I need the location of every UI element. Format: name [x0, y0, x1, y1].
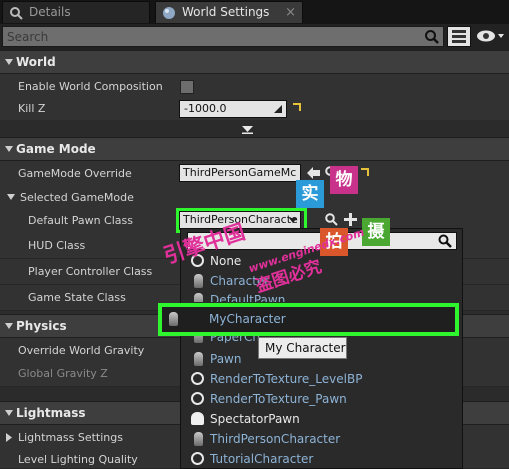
class-item-label: ThirdPersonCharacter	[210, 432, 341, 446]
circle-icon	[191, 392, 204, 405]
expand-advanced-icon	[242, 126, 253, 134]
tab-world-settings[interactable]: World Settings ×	[155, 1, 303, 23]
property-label: Level Lighting Quality	[18, 453, 138, 466]
circle-icon	[191, 372, 204, 385]
collapse-arrow-icon	[5, 410, 13, 416]
search-bar	[0, 24, 509, 50]
tab-details-label: Details	[29, 5, 71, 19]
property-matrix-button[interactable]	[447, 26, 471, 47]
class-item-mycharacter[interactable]: MyCharacter	[158, 303, 459, 336]
watermark-box: 物	[330, 166, 358, 194]
property-label: HUD Class	[28, 239, 86, 252]
pawn-icon	[194, 293, 203, 302]
expand-arrow-icon[interactable]	[6, 433, 12, 442]
world-composition-checkbox[interactable]	[180, 80, 194, 94]
circle-icon	[191, 452, 204, 465]
grid-icon	[452, 30, 466, 43]
class-item-label: DefaultPawn	[210, 293, 286, 302]
expand-arrow-icon[interactable]	[7, 194, 15, 201]
class-item-label: SpectatorPawn	[210, 412, 300, 426]
ghost-icon	[191, 412, 204, 425]
property-label: Global Gravity Z	[18, 367, 108, 380]
class-item-label: Pawn	[210, 352, 242, 366]
use-selected-arrow-icon[interactable]	[307, 167, 320, 179]
section-title: Game Mode	[16, 142, 96, 156]
collapse-arrow-icon	[5, 59, 13, 65]
tab-world-settings-label: World Settings	[182, 5, 270, 19]
class-item-label: RenderToTexture_Pawn	[210, 392, 347, 406]
property-label: Lightmass Settings	[18, 431, 123, 444]
class-item-rendertotexture-levelbp[interactable]: RenderToTexture_LevelBP	[187, 369, 461, 389]
add-icon[interactable]	[344, 213, 357, 226]
class-item-label: RenderToTexture_LevelBP	[210, 372, 363, 386]
tooltip: My Character	[258, 337, 347, 359]
collapse-arrow-icon	[5, 323, 13, 329]
pawn-icon	[194, 432, 203, 446]
class-item-label: MyCharacter	[209, 312, 286, 326]
kill-z-value: -1000.0	[184, 102, 227, 115]
tab-details[interactable]: Details	[2, 1, 150, 23]
section-game-mode[interactable]: Game Mode	[0, 137, 509, 161]
pawn-icon	[194, 274, 203, 288]
gamemode-override-value: ThirdPersonGameMc	[183, 166, 297, 179]
search-icon	[438, 234, 452, 248]
watermark-box: 实	[296, 180, 324, 208]
property-label: Kill Z	[18, 102, 46, 115]
globe-icon	[163, 7, 175, 19]
class-item-rendertotexture-pawn[interactable]: RenderToTexture_Pawn	[187, 389, 461, 409]
property-label: Override World Gravity	[18, 344, 145, 357]
magnifier-icon	[10, 7, 23, 20]
kill-z-field[interactable]: -1000.0	[179, 100, 287, 118]
reset-to-default-icon[interactable]	[361, 168, 369, 176]
section-title: Physics	[16, 319, 67, 333]
property-label: Game State Class	[28, 291, 126, 304]
section-title: World	[16, 55, 56, 69]
row-gamemode-override: GameMode Override ThirdPersonGameMc	[0, 161, 509, 187]
class-item-label: TutorialCharacter	[210, 452, 314, 466]
collapse-arrow-icon	[5, 146, 13, 152]
class-item-label: None	[210, 254, 242, 268]
gamemode-override-combo[interactable]: ThirdPersonGameMc	[179, 164, 301, 182]
class-item-defaultpawn[interactable]: DefaultPawn	[187, 290, 461, 302]
section-world[interactable]: World	[0, 50, 509, 74]
drag-handle-icon	[274, 105, 282, 113]
browse-icon[interactable]	[325, 213, 338, 226]
watermark-box: 摄	[362, 218, 390, 246]
class-item-spectatorpawn[interactable]: SpectatorPawn	[187, 409, 461, 429]
class-item-tutorialcharacter[interactable]: TutorialCharacter	[187, 449, 461, 469]
property-label: Default Pawn Class	[28, 214, 133, 227]
section-title: Lightmass	[16, 406, 86, 420]
tab-strip: Details World Settings ×	[0, 0, 509, 24]
advanced-expander[interactable]	[0, 120, 509, 138]
class-item-thirdpersoncharacter[interactable]: ThirdPersonCharacter	[187, 429, 461, 449]
pawn-icon	[194, 352, 203, 366]
property-label: Enable World Composition	[18, 80, 163, 93]
close-icon[interactable]: ×	[285, 2, 296, 23]
eye-icon[interactable]	[476, 28, 506, 44]
property-label: GameMode Override	[18, 167, 132, 180]
reset-to-default-icon[interactable]	[293, 103, 301, 111]
class-item-character[interactable]: Character	[187, 271, 461, 291]
search-icon[interactable]	[424, 29, 440, 45]
property-label: Player Controller Class	[28, 265, 153, 278]
pawn-icon	[169, 312, 178, 326]
search-input[interactable]	[2, 26, 444, 47]
property-label: Selected GameMode	[20, 191, 134, 204]
row-kill-z: Kill Z -1000.0	[0, 96, 509, 122]
